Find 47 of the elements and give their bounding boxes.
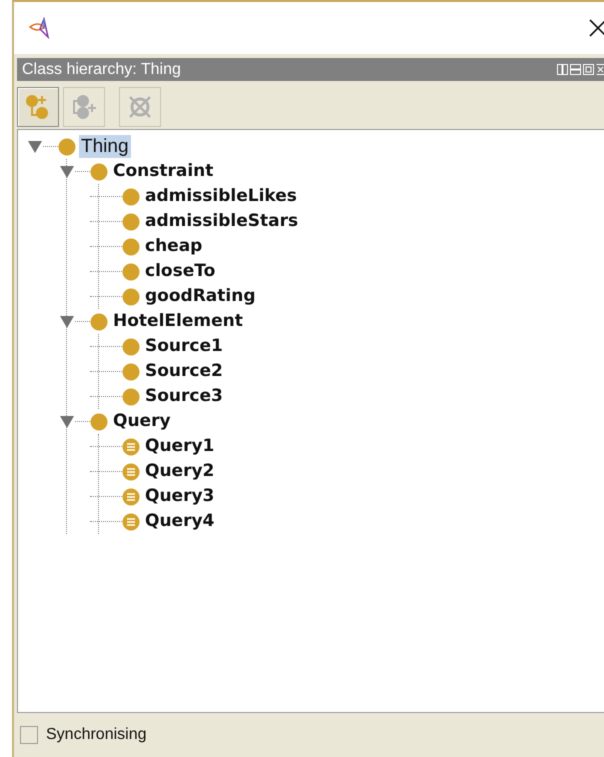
synchronising-checkbox[interactable] [20, 726, 38, 744]
tree-item[interactable]: Query [111, 410, 173, 433]
tree-item[interactable]: admissibleLikes [143, 185, 299, 208]
class-icon [122, 188, 140, 206]
checkbox-label: Synchronising [46, 726, 146, 744]
class-icon [90, 312, 108, 330]
class-icon [58, 138, 76, 156]
tree-item[interactable]: admissibleStars [143, 210, 300, 233]
tree-item[interactable]: goodRating [143, 285, 258, 308]
tree-item[interactable]: Source1 [143, 335, 225, 358]
collapse-toggle-icon[interactable] [60, 316, 74, 328]
tree-item[interactable]: Thing [79, 135, 131, 158]
collapse-toggle-icon[interactable] [28, 140, 42, 152]
add-sibling-icon [70, 93, 98, 121]
tree-item[interactable]: Query2 [143, 460, 216, 483]
tree-item[interactable]: cheap [143, 235, 204, 258]
defined-class-icon [122, 488, 140, 506]
class-icon [122, 212, 140, 230]
class-icon [90, 412, 108, 430]
tree-item[interactable]: closeTo [143, 260, 218, 283]
tree-item[interactable]: Query4 [143, 510, 216, 533]
class-icon [122, 238, 140, 256]
defined-class-icon [122, 512, 140, 530]
app-logo-icon [28, 17, 52, 39]
class-icon [122, 262, 140, 280]
tree-item[interactable]: Source2 [143, 360, 225, 383]
view-title: Class hierarchy: Thing [22, 60, 181, 78]
add-subclass-button[interactable] [17, 87, 59, 127]
split-horizontal-icon[interactable] [570, 64, 581, 75]
tree-item[interactable]: Constraint [111, 160, 216, 183]
class-icon [122, 288, 140, 306]
class-icon [122, 362, 140, 380]
class-icon [122, 338, 140, 356]
class-icon [90, 162, 108, 180]
collapse-toggle-icon[interactable] [60, 416, 74, 428]
class-icon [122, 388, 140, 406]
maximize-icon[interactable] [583, 64, 594, 75]
close-icon[interactable] [588, 18, 604, 38]
split-vertical-icon[interactable] [557, 64, 568, 75]
tree-item[interactable]: HotelElement [111, 310, 245, 333]
tree-item[interactable]: Source3 [143, 385, 225, 408]
tree-item[interactable]: Query3 [143, 485, 216, 508]
tree-item[interactable]: Query1 [143, 435, 216, 458]
defined-class-icon [122, 438, 140, 456]
collapse-toggle-icon[interactable] [60, 166, 74, 178]
defined-class-icon [122, 462, 140, 480]
close-view-icon[interactable] [596, 64, 604, 75]
